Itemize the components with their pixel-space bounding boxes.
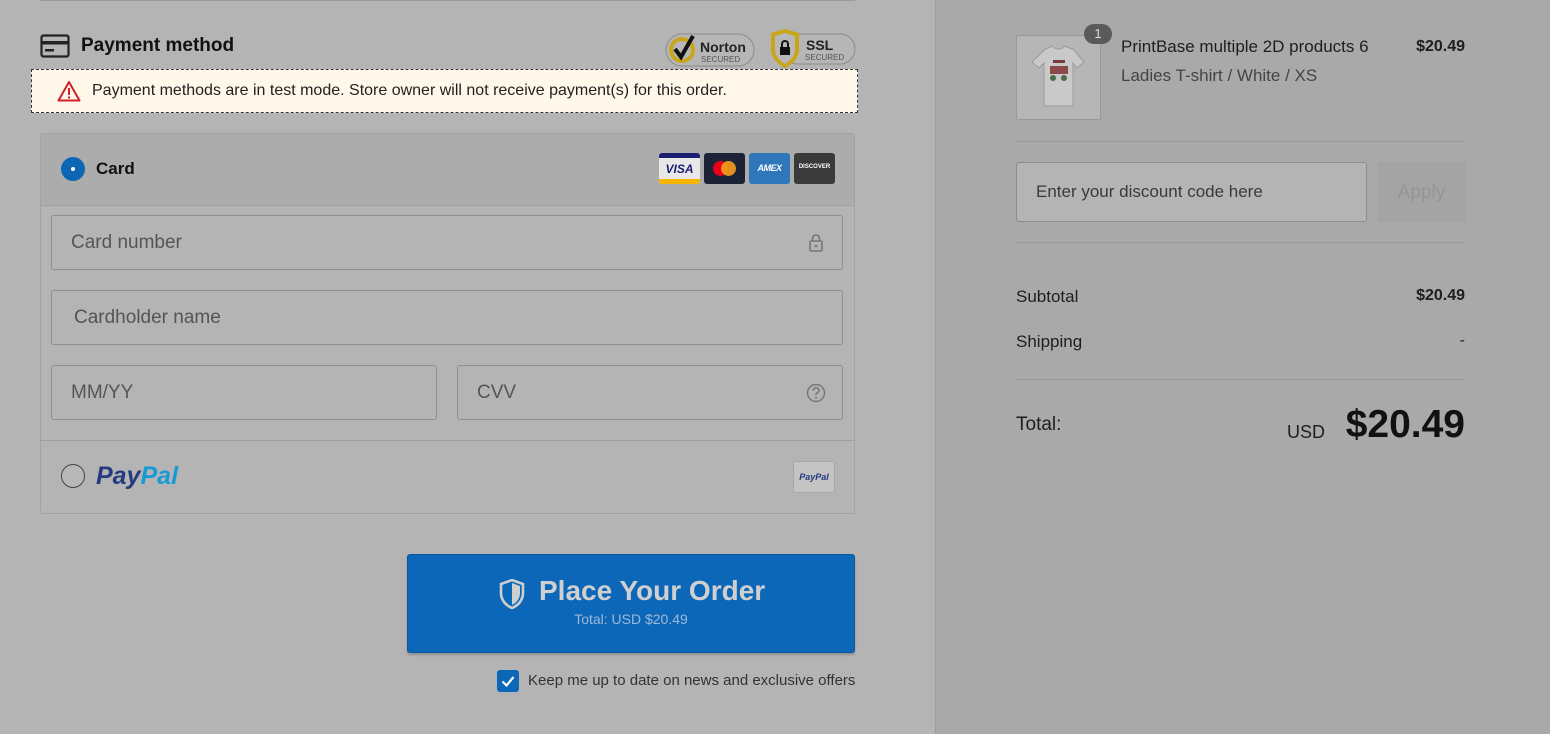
- place-order-button[interactable]: Place Your Order Total: USD $20.49: [407, 554, 855, 653]
- credit-card-icon: [40, 34, 70, 58]
- lock-icon: [809, 234, 823, 252]
- svg-text:SECURED: SECURED: [805, 53, 844, 62]
- amex-icon: AMEX: [749, 153, 790, 184]
- product-price: $20.49: [1416, 38, 1465, 55]
- card-radio[interactable]: [61, 157, 85, 181]
- total-label: Total:: [1016, 414, 1062, 435]
- paypal-logo: PayPal: [96, 462, 179, 490]
- tshirt-image: [1031, 45, 1085, 107]
- paypal-icon: PayPal: [793, 461, 835, 493]
- order-summary-panel: 1 PrintBase multiple 2D products 6 Ladie…: [935, 0, 1550, 734]
- shipping-label: Shipping: [1016, 332, 1083, 351]
- test-mode-alert: Payment methods are in test mode. Store …: [31, 69, 858, 113]
- checkmark-icon: [501, 676, 515, 688]
- checkout-left-panel: Payment method Norton SECURED SSL SECURE…: [0, 0, 935, 734]
- product-thumbnail: [1016, 35, 1101, 120]
- newsletter-checkbox[interactable]: [497, 670, 519, 692]
- divider: [1016, 141, 1464, 142]
- visa-icon: VISA: [659, 153, 700, 184]
- norton-secured-icon: Norton SECURED: [665, 33, 755, 67]
- expiry-field[interactable]: [51, 365, 437, 420]
- card-brands: VISA AMEX DISCOVER: [659, 153, 835, 184]
- cardholder-name-input[interactable]: [52, 291, 842, 344]
- subtotal-value: $20.49: [1416, 287, 1465, 304]
- apply-button[interactable]: Apply: [1377, 162, 1466, 222]
- cvv-field[interactable]: [457, 365, 843, 420]
- mastercard-icon: [704, 153, 745, 184]
- shield-icon: [499, 579, 525, 609]
- quantity-badge: 1: [1084, 24, 1112, 44]
- question-icon[interactable]: [806, 383, 826, 403]
- warning-icon: [57, 81, 81, 102]
- payment-options: Card VISA AMEX DISCOVER Card number Card…: [40, 133, 855, 514]
- payment-method-title: Payment method: [81, 35, 235, 56]
- place-order-total: Total: USD $20.49: [574, 611, 688, 627]
- total-currency: USD: [1286, 422, 1325, 442]
- discount-field[interactable]: [1016, 162, 1367, 222]
- shipping-value: -: [1459, 332, 1465, 349]
- product-name: PrintBase multiple 2D products 6: [1121, 37, 1369, 56]
- svg-text:Norton: Norton: [700, 39, 746, 55]
- cvv-input[interactable]: [458, 366, 842, 419]
- alert-text: Payment methods are in test mode. Store …: [92, 82, 727, 99]
- expiry-input[interactable]: [52, 366, 436, 419]
- divider: [1016, 379, 1464, 380]
- card-label: Card: [96, 159, 135, 178]
- ssl-secured-icon: SSL SECURED: [771, 29, 856, 68]
- place-order-label: Place Your Order: [539, 575, 766, 606]
- divider: [40, 0, 855, 1]
- total-amount: $20.49: [1345, 403, 1465, 446]
- svg-text:SECURED: SECURED: [701, 55, 740, 64]
- paypal-option[interactable]: PayPal PayPal: [41, 440, 854, 514]
- discover-icon: DISCOVER: [794, 153, 835, 184]
- cardholder-name-field[interactable]: [51, 290, 843, 345]
- discount-input[interactable]: [1017, 163, 1366, 221]
- product-variant: Ladies T-shirt / White / XS: [1121, 66, 1318, 85]
- svg-text:SSL: SSL: [806, 37, 834, 53]
- card-option[interactable]: Card VISA AMEX DISCOVER: [41, 134, 854, 206]
- card-number-field[interactable]: [51, 215, 843, 270]
- subtotal-label: Subtotal: [1016, 287, 1079, 306]
- paypal-radio[interactable]: [61, 464, 85, 488]
- newsletter-label[interactable]: Keep me up to date on news and exclusive…: [528, 672, 855, 689]
- card-number-input[interactable]: [52, 216, 842, 269]
- divider: [1016, 242, 1464, 243]
